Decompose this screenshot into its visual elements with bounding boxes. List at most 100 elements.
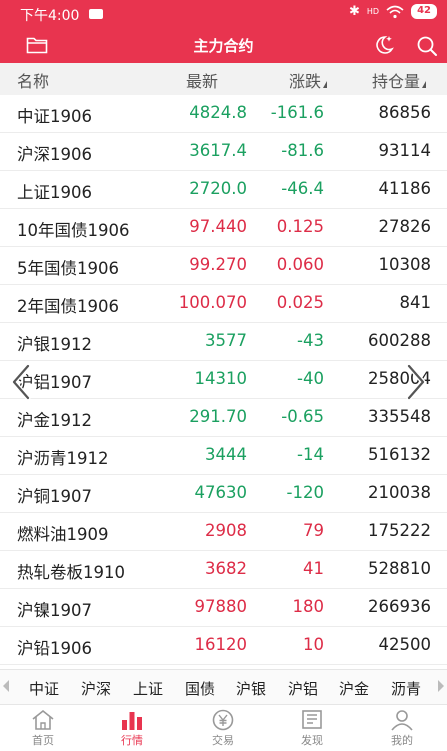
table-row[interactable]: 沪铜1907 47630 -120 210038 [0,475,447,513]
table-row[interactable]: 10年国债1906 97.440 0.125 27826 [0,209,447,247]
nav-trade[interactable]: 交易 [193,708,253,748]
category-tab[interactable]: 国债 [185,678,215,699]
table-row[interactable]: 上证1906 2720.0 -46.4 41186 [0,171,447,209]
nav-discover-label: 发现 [301,734,323,747]
category-tab[interactable]: 中证 [29,678,59,699]
category-tab[interactable]: 沥青 [391,678,421,699]
table-row[interactable]: 2年国债1906 100.070 0.025 841 [0,285,447,323]
last-price: 47630 [194,483,248,502]
last-price: 2908 [205,521,247,540]
message-icon [89,3,103,19]
price-change: -40 [297,369,324,388]
table-row[interactable]: 沪铅1906 16120 10 42500 [0,627,447,665]
category-tab[interactable]: 上证 [133,678,163,699]
scroll-left-icon[interactable] [3,680,9,692]
table-row[interactable]: 中证1906 4824.8 -161.6 86856 [0,95,447,133]
price-change: 41 [303,559,324,578]
contract-name: 沪金1912 [17,411,92,430]
table-row[interactable]: 沪镍1907 97880 180 266936 [0,589,447,627]
contract-name: 热轧卷板1910 [17,563,125,582]
contract-name: 沪沥青1912 [17,449,109,468]
nav-home[interactable]: 首页 [13,708,73,748]
price-change: 10 [303,635,324,654]
open-interest: 516132 [368,445,431,464]
contract-name: 燃料油1909 [17,525,109,544]
open-interest: 42500 [378,635,432,654]
last-price: 4824.8 [189,103,247,122]
column-header-name[interactable]: 名称 [17,68,49,92]
night-mode-icon[interactable] [371,34,395,56]
category-tab[interactable]: 沪金 [339,678,369,699]
next-arrow-icon[interactable] [403,362,429,402]
table-row[interactable]: 燃料油1909 2908 79 175222 [0,513,447,551]
table-row[interactable]: 热轧卷板1910 3682 41 528810 [0,551,447,589]
contract-name: 沪镍1907 [17,601,92,620]
column-header-change[interactable]: 涨跌 [289,68,328,92]
category-bar: 中证 沪深 上证 国债 沪银 沪铝 沪金 沥青 [0,669,447,705]
price-change: -0.65 [281,407,324,426]
home-icon [32,709,54,730]
contract-name: 沪铅1906 [17,639,92,658]
last-price: 16120 [194,635,248,654]
column-header-open-interest[interactable]: 持仓量 [372,68,427,92]
last-price: 3577 [205,331,247,350]
open-interest: 266936 [368,597,431,616]
contract-name: 2年国债1906 [17,297,119,316]
open-interest: 528810 [368,559,431,578]
last-price: 99.270 [189,255,247,274]
last-price: 3444 [205,445,247,464]
table-row[interactable]: 沪铝1907 14310 -40 258004 [0,361,447,399]
yen-coin-icon [212,709,234,731]
price-change: -161.6 [270,103,324,122]
nav-market[interactable]: 行情 [102,708,162,748]
category-tab[interactable]: 沪银 [236,678,266,699]
last-price: 100.070 [178,293,247,312]
contract-name: 沪深1906 [17,145,92,164]
open-interest: 41186 [378,179,432,198]
nav-trade-label: 交易 [212,734,234,747]
nav-discover[interactable]: 发现 [282,708,342,748]
bottom-nav: 首页 行情 交易 发现 我的 [0,706,447,751]
open-interest: 86856 [378,103,432,122]
table-row[interactable]: 5年国债1906 99.270 0.060 10308 [0,247,447,285]
table-row[interactable]: 沪沥青1912 3444 -14 516132 [0,437,447,475]
table-row[interactable]: 沪金1912 291.70 -0.65 335548 [0,399,447,437]
column-header-last[interactable]: 最新 [186,68,218,92]
app-header: 主力合约 [0,28,447,63]
wifi-icon [386,5,404,18]
table-row[interactable]: 沪深1906 3617.4 -81.6 93114 [0,133,447,171]
category-tab[interactable]: 沪深 [81,678,111,699]
scroll-right-icon[interactable] [438,680,444,692]
nav-home-label: 首页 [32,734,54,747]
status-indicators: ✱ HD 42 [349,4,437,19]
table-row[interactable]: 沪银1912 3577 -43 600288 [0,323,447,361]
price-change: -14 [297,445,324,464]
bar-chart-icon [122,712,142,730]
price-change: 180 [292,597,325,616]
status-bar: 下午4:00 ✱ HD 42 [0,0,447,28]
last-price: 97.440 [189,217,247,236]
price-change: -46.4 [281,179,324,198]
contract-name: 10年国债1906 [17,221,130,240]
nav-market-label: 行情 [121,734,143,747]
category-tab[interactable]: 沪铝 [288,678,318,699]
last-price: 97880 [194,597,248,616]
table-header: 名称 最新 涨跌 持仓量 [0,63,447,95]
contract-name: 沪铜1907 [17,487,92,506]
search-icon[interactable] [416,35,438,57]
network-label: HD [366,6,380,16]
bluetooth-icon: ✱ [348,4,360,19]
open-interest: 93114 [378,141,432,160]
price-change: -120 [286,483,324,502]
nav-mine[interactable]: 我的 [372,708,432,748]
battery-indicator: 42 [411,4,437,19]
contract-name: 上证1906 [17,183,92,202]
last-price: 3617.4 [189,141,247,160]
open-interest: 175222 [368,521,431,540]
price-change: 0.060 [276,255,324,274]
contract-list: 中证1906 4824.8 -161.6 86856 沪深1906 3617.4 -81.6… [0,95,447,665]
price-change: 0.025 [276,293,324,312]
previous-arrow-icon[interactable] [8,362,34,402]
contract-name: 中证1906 [17,107,92,126]
contract-name: 沪银1912 [17,335,92,354]
